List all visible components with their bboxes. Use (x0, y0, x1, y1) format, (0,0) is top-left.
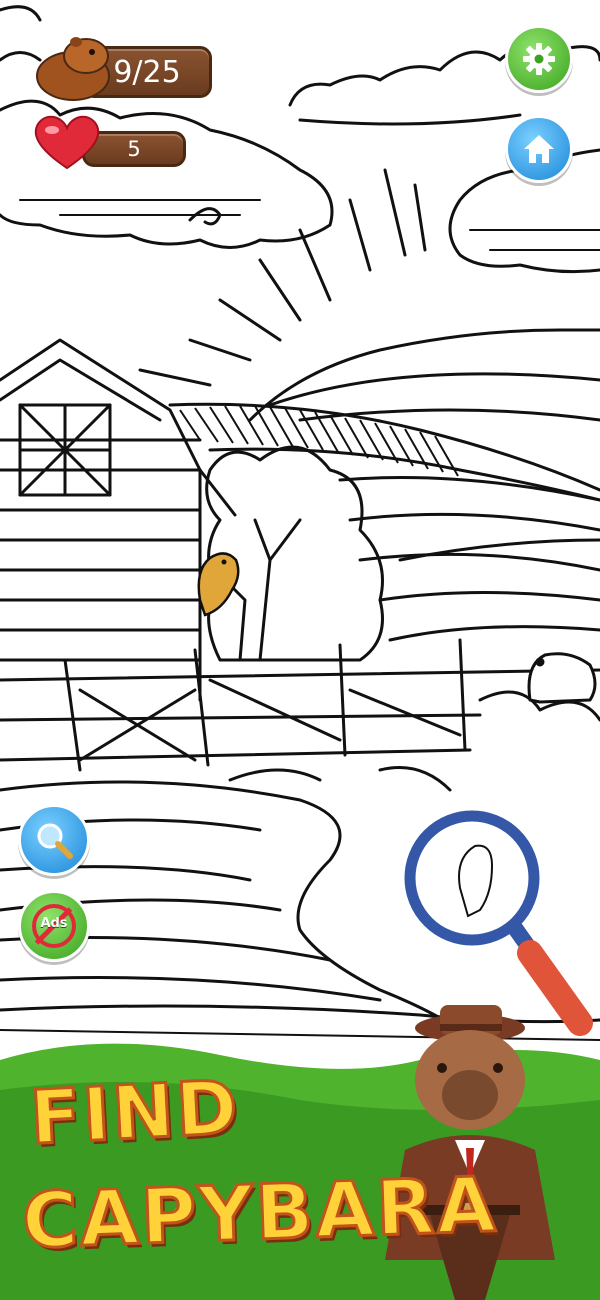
capybara-icon (36, 37, 110, 101)
hint-button[interactable] (18, 804, 90, 876)
search-icon (37, 823, 73, 859)
home-button[interactable] (505, 115, 573, 183)
game-title-line1: FIND (26, 1063, 243, 1163)
home-icon (524, 135, 554, 163)
gear-icon (523, 43, 555, 75)
found-capybara-barn (197, 552, 240, 617)
ads-label: Ads (40, 916, 68, 931)
game-screen: 9/25 5 Ads FIND CAPYBARA (0, 0, 600, 1300)
heart-icon (34, 115, 100, 170)
ads-icon: Ads (32, 904, 76, 948)
detective-capybara-mascot (385, 1005, 555, 1300)
game-title-line2: CAPYBARA (19, 1158, 500, 1267)
found-counter-text: 9/25 (113, 54, 181, 90)
settings-button[interactable] (505, 25, 573, 93)
remove-ads-button[interactable]: Ads (18, 890, 90, 962)
lives-counter-text: 5 (127, 137, 141, 161)
